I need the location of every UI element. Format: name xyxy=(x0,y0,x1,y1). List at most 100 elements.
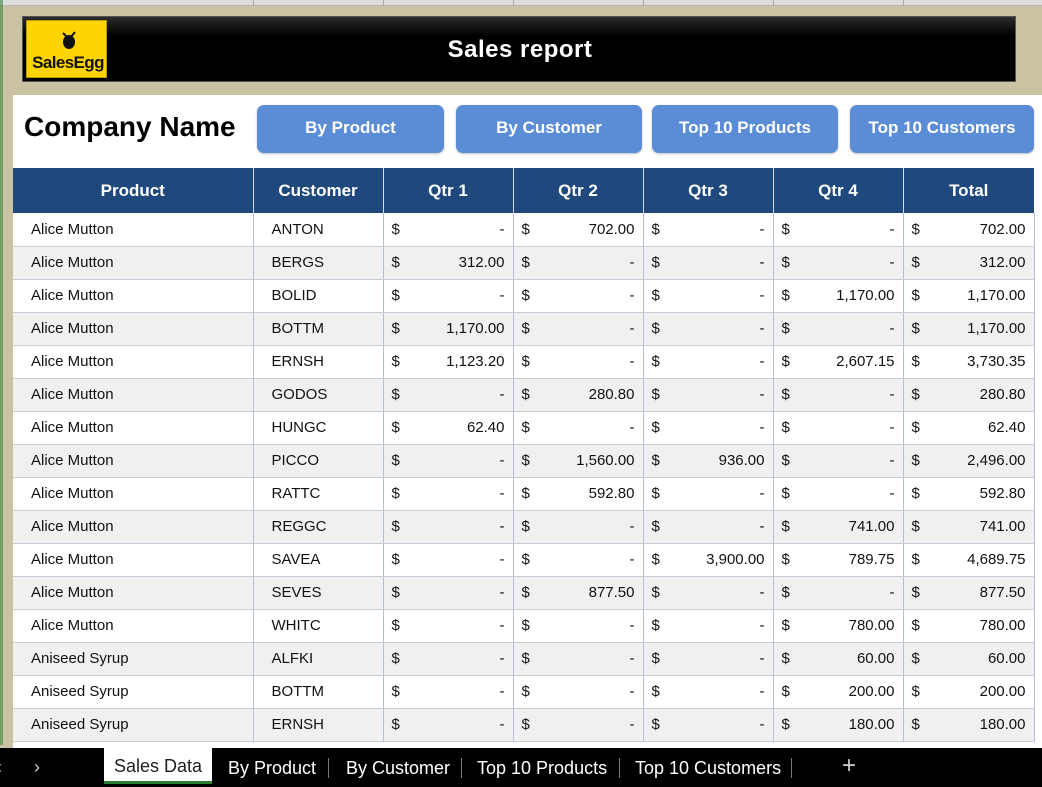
cell-amount[interactable]: $ - xyxy=(383,708,514,742)
cell-amount[interactable]: $ - xyxy=(383,543,514,577)
cell-product[interactable]: Aniseed Syrup xyxy=(13,675,254,709)
cell-product[interactable]: Aniseed Syrup xyxy=(13,708,254,742)
cell-amount[interactable]: $ - xyxy=(643,279,774,313)
cell-amount[interactable]: $60.00 xyxy=(903,642,1035,676)
cell-product[interactable]: Alice Mutton xyxy=(13,510,254,544)
cell-amount[interactable]: $ - xyxy=(773,246,904,280)
cell-amount[interactable]: $1,170.00 xyxy=(773,279,904,313)
cell-amount[interactable]: $ - xyxy=(513,708,644,742)
column-header-qtr4[interactable]: Qtr 4 xyxy=(773,168,904,213)
cell-amount[interactable]: $ - xyxy=(513,609,644,643)
cell-amount[interactable]: $ - xyxy=(773,312,904,346)
cell-amount[interactable]: $ - xyxy=(773,477,904,511)
cell-amount[interactable]: $ - xyxy=(383,477,514,511)
cell-amount[interactable]: $ - xyxy=(643,312,774,346)
sheet-tab-by-product[interactable]: By Product xyxy=(218,748,326,787)
cell-customer[interactable]: ALFKI xyxy=(253,642,384,676)
sheet-tab-by-customer[interactable]: By Customer xyxy=(336,748,460,787)
cell-amount[interactable]: $1,170.00 xyxy=(903,279,1035,313)
cell-customer[interactable]: BOTTM xyxy=(253,675,384,709)
cell-customer[interactable]: WHITC xyxy=(253,609,384,643)
cell-amount[interactable]: $ - xyxy=(643,213,774,247)
cell-amount[interactable]: $180.00 xyxy=(773,708,904,742)
cell-amount[interactable]: $3,900.00 xyxy=(643,543,774,577)
cell-amount[interactable]: $280.80 xyxy=(513,378,644,412)
cell-amount[interactable]: $4,689.75 xyxy=(903,543,1035,577)
sheet-tab-sales-data[interactable]: Sales Data xyxy=(104,748,213,784)
cell-amount[interactable]: $1,123.20 xyxy=(383,345,514,379)
cell-customer[interactable]: ERNSH xyxy=(253,345,384,379)
cell-amount[interactable]: $ - xyxy=(643,378,774,412)
add-sheet-icon[interactable]: + xyxy=(842,752,856,780)
cell-amount[interactable]: $ - xyxy=(513,543,644,577)
cell-customer[interactable]: BERGS xyxy=(253,246,384,280)
cell-amount[interactable]: $ - xyxy=(643,345,774,379)
cell-product[interactable]: Alice Mutton xyxy=(13,609,254,643)
scroll-tabs-right-icon[interactable]: › xyxy=(34,757,40,778)
cell-amount[interactable]: $702.00 xyxy=(513,213,644,247)
column-header-total[interactable]: Total xyxy=(903,168,1034,213)
cell-amount[interactable]: $592.80 xyxy=(513,477,644,511)
by-customer-button[interactable]: By Customer xyxy=(456,105,642,153)
cell-product[interactable]: Alice Mutton xyxy=(13,312,254,346)
column-header-qtr3[interactable]: Qtr 3 xyxy=(643,168,774,213)
cell-amount[interactable]: $62.40 xyxy=(383,411,514,445)
cell-amount[interactable]: $200.00 xyxy=(773,675,904,709)
cell-amount[interactable]: $3,730.35 xyxy=(903,345,1035,379)
cell-product[interactable]: Alice Mutton xyxy=(13,246,254,280)
cell-amount[interactable]: $ - xyxy=(383,213,514,247)
cell-amount[interactable]: $877.50 xyxy=(903,576,1035,610)
cell-amount[interactable]: $ - xyxy=(513,642,644,676)
cell-amount[interactable]: $200.00 xyxy=(903,675,1035,709)
cell-amount[interactable]: $ - xyxy=(773,213,904,247)
cell-amount[interactable]: $180.00 xyxy=(903,708,1035,742)
cell-amount[interactable]: $280.80 xyxy=(903,378,1035,412)
cell-amount[interactable]: $877.50 xyxy=(513,576,644,610)
cell-amount[interactable]: $ - xyxy=(383,642,514,676)
cell-product[interactable]: Aniseed Syrup xyxy=(13,642,254,676)
cell-amount[interactable]: $741.00 xyxy=(903,510,1035,544)
cell-product[interactable]: Alice Mutton xyxy=(13,378,254,412)
cell-amount[interactable]: $ - xyxy=(383,675,514,709)
cell-amount[interactable]: $789.75 xyxy=(773,543,904,577)
cell-product[interactable]: Alice Mutton xyxy=(13,345,254,379)
top-10-customers-button[interactable]: Top 10 Customers xyxy=(850,105,1034,153)
cell-amount[interactable]: $2,607.15 xyxy=(773,345,904,379)
cell-customer[interactable]: HUNGC xyxy=(253,411,384,445)
cell-amount[interactable]: $312.00 xyxy=(383,246,514,280)
cell-product[interactable]: Alice Mutton xyxy=(13,279,254,313)
cell-amount[interactable]: $ - xyxy=(513,411,644,445)
cell-amount[interactable]: $ - xyxy=(513,510,644,544)
cell-amount[interactable]: $2,496.00 xyxy=(903,444,1035,478)
cell-amount[interactable]: $ - xyxy=(643,708,774,742)
cell-amount[interactable]: $702.00 xyxy=(903,213,1035,247)
cell-customer[interactable]: RATTC xyxy=(253,477,384,511)
cell-amount[interactable]: $ - xyxy=(643,411,774,445)
column-header-product[interactable]: Product xyxy=(13,168,254,213)
cell-customer[interactable]: ANTON xyxy=(253,213,384,247)
scroll-tabs-left-icon[interactable]: ‹ xyxy=(0,757,2,778)
cell-amount[interactable]: $ - xyxy=(383,609,514,643)
cell-amount[interactable]: $ - xyxy=(383,510,514,544)
cell-amount[interactable]: $ - xyxy=(513,279,644,313)
cell-amount[interactable]: $780.00 xyxy=(773,609,904,643)
top-10-products-button[interactable]: Top 10 Products xyxy=(652,105,838,153)
cell-amount[interactable]: $ - xyxy=(383,576,514,610)
cell-amount[interactable]: $741.00 xyxy=(773,510,904,544)
cell-amount[interactable]: $ - xyxy=(643,576,774,610)
cell-amount[interactable]: $ - xyxy=(513,345,644,379)
cell-amount[interactable]: $312.00 xyxy=(903,246,1035,280)
cell-amount[interactable]: $ - xyxy=(773,378,904,412)
column-header-customer[interactable]: Customer xyxy=(253,168,384,213)
cell-amount[interactable]: $ - xyxy=(383,279,514,313)
sheet-tab-top-10-products[interactable]: Top 10 Products xyxy=(467,748,617,787)
cell-product[interactable]: Alice Mutton xyxy=(13,576,254,610)
cell-amount[interactable]: $ - xyxy=(643,477,774,511)
cell-customer[interactable]: GODOS xyxy=(253,378,384,412)
cell-customer[interactable]: SAVEA xyxy=(253,543,384,577)
cell-customer[interactable]: ERNSH xyxy=(253,708,384,742)
cell-product[interactable]: Alice Mutton xyxy=(13,477,254,511)
cell-amount[interactable]: $ - xyxy=(513,312,644,346)
cell-customer[interactable]: BOTTM xyxy=(253,312,384,346)
cell-customer[interactable]: SEVES xyxy=(253,576,384,610)
